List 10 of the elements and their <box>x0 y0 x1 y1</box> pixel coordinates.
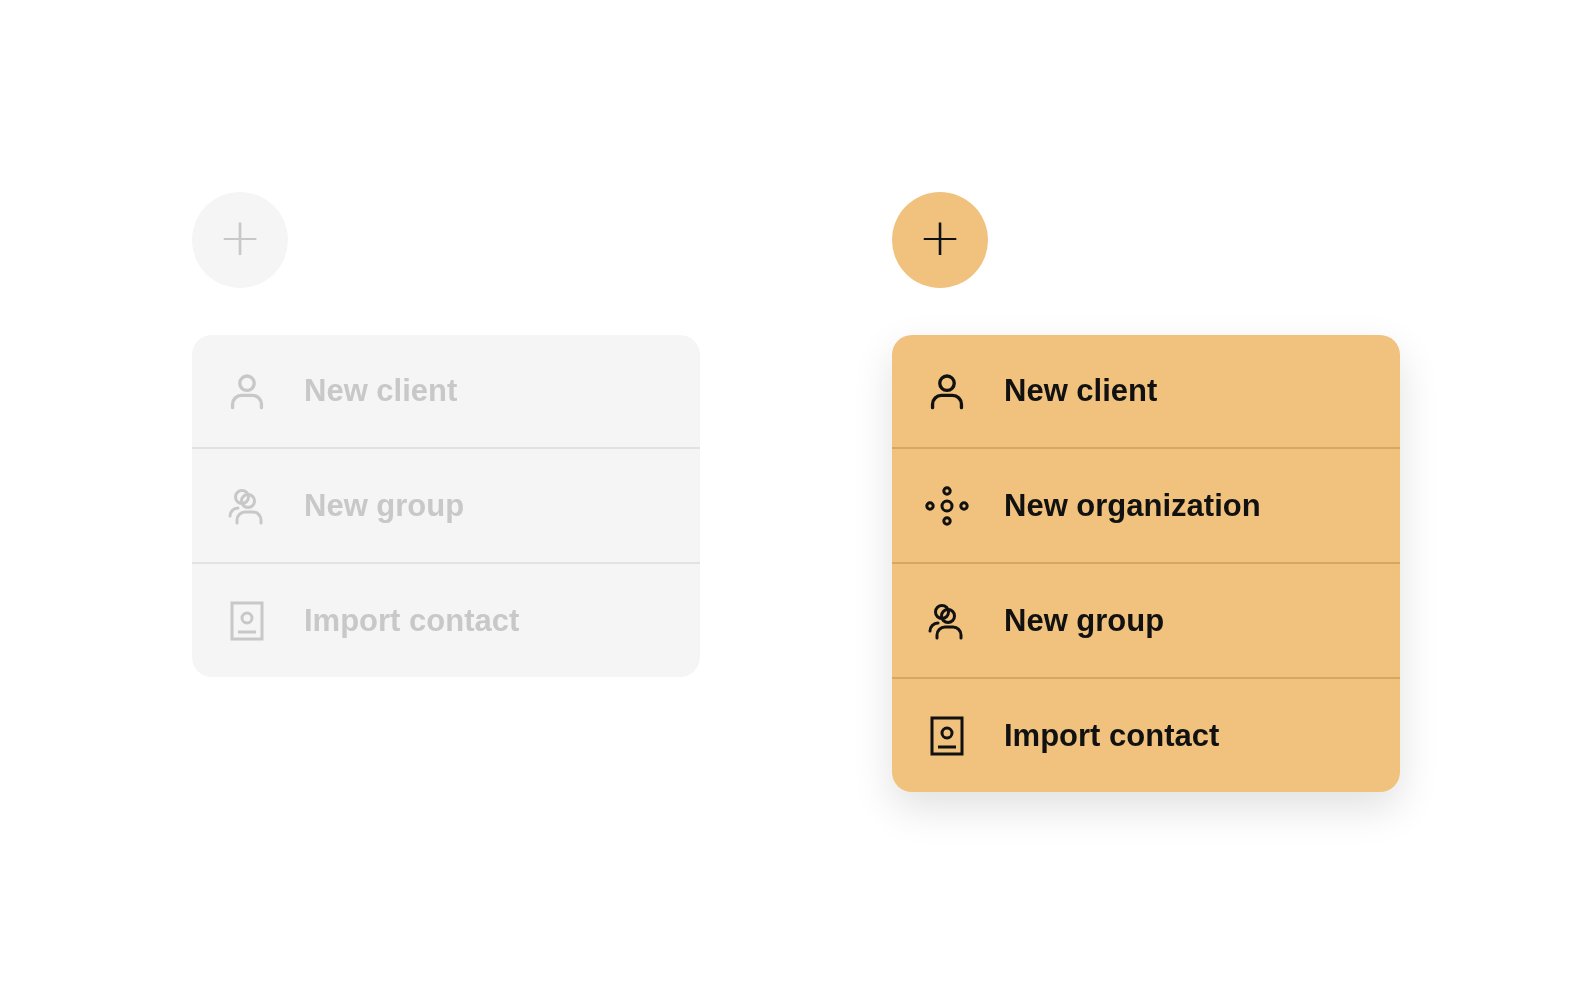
menu-item-label: New client <box>1004 373 1158 409</box>
menu-item[interactable]: Import contact <box>892 677 1400 792</box>
menu-item[interactable]: New organization <box>892 447 1400 562</box>
menu-item-label: New organization <box>1004 487 1261 524</box>
add-button[interactable]: + <box>892 192 988 288</box>
menu-item[interactable]: New client <box>892 335 1400 447</box>
menu-item-label: Import contact <box>1004 717 1220 754</box>
menu-item-label: New group <box>1004 602 1165 639</box>
nodes-icon <box>924 485 970 526</box>
menu-item[interactable]: New group <box>892 562 1400 677</box>
